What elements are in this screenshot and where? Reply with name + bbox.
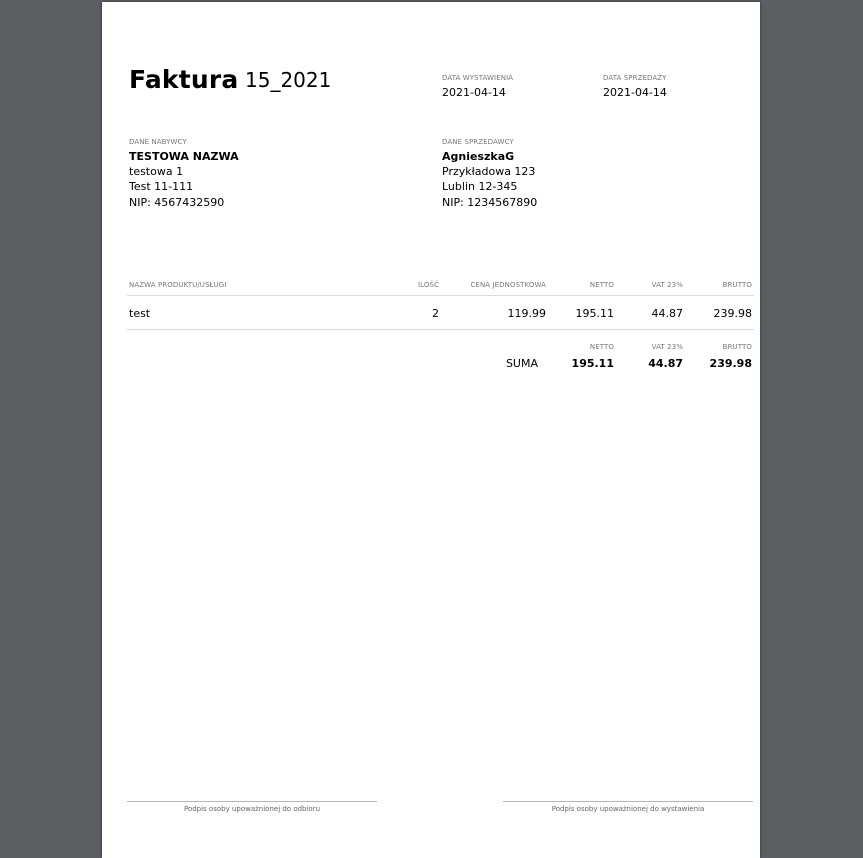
seller-label: DANE SPRZEDAWCY (442, 138, 514, 146)
issue-date-value: 2021-04-14 (442, 86, 506, 99)
col-header-vat: VAT 23% (651, 281, 683, 289)
total-vat-label: VAT 23% (651, 343, 683, 351)
col-header-net: NETTO (589, 281, 614, 289)
sale-date-value: 2021-04-14 (603, 86, 667, 99)
row-gross: 239.98 (713, 307, 753, 320)
total-gross: 239.98 (709, 357, 752, 370)
invoice-number: 15_2021 (245, 68, 332, 92)
seller-street: Przykładowa 123 (442, 165, 536, 178)
col-header-qty: ILOŚĆ (417, 281, 439, 289)
seller-name: AgnieszkaG (442, 150, 515, 163)
row-vat: 44.87 (651, 307, 684, 320)
col-header-unit-price: CENA JEDNOSTKOWA (470, 281, 546, 289)
buyer-city: Test 11-111 (129, 180, 194, 193)
table-header-divider (127, 295, 754, 296)
issue-date-label: DATA WYSTAWIENIA (442, 74, 514, 82)
table-row-divider (127, 329, 754, 330)
row-net: 195.11 (575, 307, 615, 320)
seller-city: Lublin 12-345 (442, 180, 518, 193)
col-header-name: NAZWA PRODUKTU/USŁUGI (129, 281, 227, 289)
invoice-title: Faktura (129, 65, 239, 94)
receiver-signature-line (127, 801, 377, 802)
receiver-signature-caption: Podpis osoby upoważnionej do odbioru (183, 805, 321, 813)
issuer-signature-caption: Podpis osoby upoważnionej do wystawienia (551, 805, 705, 813)
row-product-name: test (129, 307, 151, 320)
row-qty: 2 (432, 307, 439, 320)
sum-label: SUMA (505, 357, 538, 370)
seller-nip: NIP: 1234567890 (442, 196, 538, 209)
buyer-name: TESTOWA NAZWA (129, 150, 239, 163)
total-gross-label: BRUTTO (722, 343, 752, 351)
total-vat: 44.87 (648, 357, 683, 370)
invoice-page: Faktura 15_2021 DATA WYSTAWIENIA 2021-04… (102, 2, 760, 858)
buyer-street: testowa 1 (129, 165, 184, 178)
total-net: 195.11 (571, 357, 614, 370)
sale-date-label: DATA SPRZEDAŻY (603, 74, 667, 82)
buyer-nip: NIP: 4567432590 (129, 196, 225, 209)
col-header-gross: BRUTTO (722, 281, 752, 289)
buyer-label: DANE NABYWCY (129, 138, 187, 146)
issuer-signature-line (503, 801, 753, 802)
total-net-label: NETTO (589, 343, 614, 351)
row-unit-price: 119.99 (507, 307, 547, 320)
